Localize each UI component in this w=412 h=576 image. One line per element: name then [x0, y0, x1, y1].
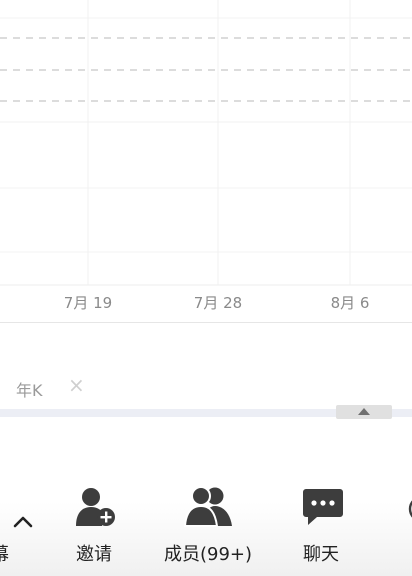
- chart-scrollbar-handle[interactable]: [336, 405, 392, 419]
- add-person-icon: [76, 488, 115, 526]
- chat-icon: [303, 489, 343, 525]
- members-icon: [184, 486, 232, 527]
- toolbar-item-label: 聊天: [303, 544, 339, 565]
- invite-button[interactable]: 邀请: [68, 462, 124, 576]
- members-button[interactable]: 成员(99+): [160, 462, 260, 576]
- chevron-up-icon: [13, 516, 33, 528]
- bottom-toolbar: 幕 邀请 成员(99+) 聊天: [0, 462, 412, 576]
- chart-divider: [0, 322, 412, 323]
- x-tick-label: 8月 6: [331, 294, 370, 312]
- close-icon[interactable]: ×: [68, 373, 85, 397]
- chat-button[interactable]: 聊天: [298, 462, 348, 576]
- x-tick-label: 7月 19: [64, 294, 112, 312]
- price-chart[interactable]: 7月 19 7月 28 8月 6: [0, 0, 412, 320]
- period-filter-label: 年K: [16, 381, 43, 400]
- toolbar-item-label: 幕: [0, 540, 9, 566]
- x-tick-label: 7月 28: [194, 294, 242, 312]
- toolbar-item-label: 邀请: [76, 544, 112, 565]
- more-icon: [408, 500, 412, 518]
- toolbar-item-cut-left[interactable]: 幕: [0, 462, 40, 576]
- caret-up-icon: [358, 408, 370, 415]
- toolbar-item-label: 成员(99+): [164, 544, 253, 565]
- toolbar-item-cut-right[interactable]: [400, 462, 412, 576]
